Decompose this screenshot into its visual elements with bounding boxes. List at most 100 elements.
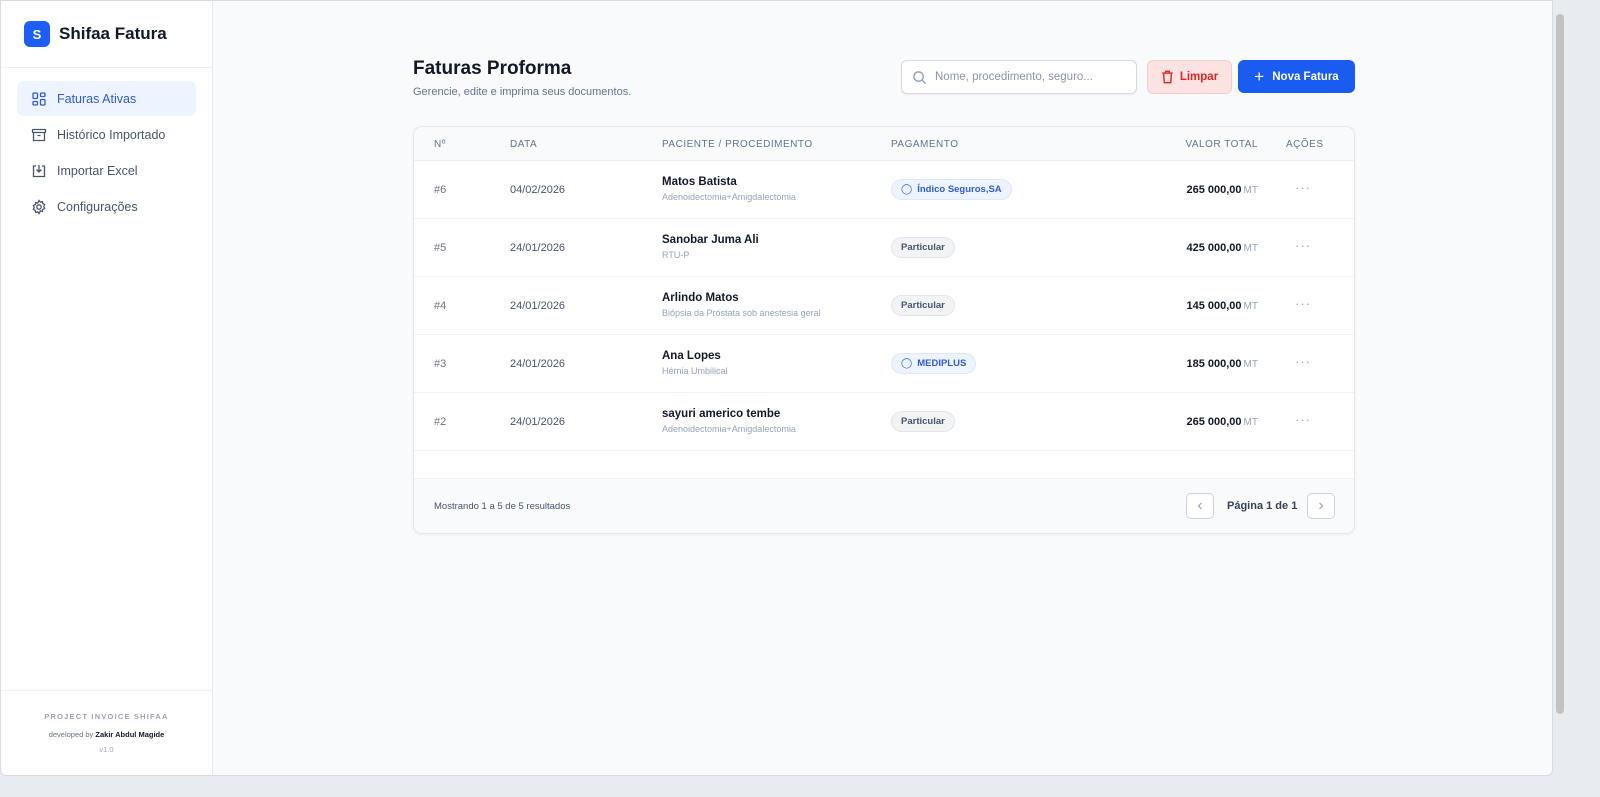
- table-row[interactable]: #2 24/01/2026 sayuri americo tembe Adenoi…: [414, 393, 1354, 451]
- procedure: Biópsia da Próstata sob anestesia geral: [662, 308, 821, 318]
- payment-badge: Particular: [891, 237, 955, 258]
- shield-icon: ◯: [901, 184, 913, 195]
- page-title: Faturas Proforma: [413, 58, 572, 79]
- col-actions: AÇÕES: [1286, 139, 1324, 150]
- new-invoice-label: Nova Fatura: [1272, 70, 1339, 83]
- more-actions-icon[interactable]: ···: [1295, 238, 1311, 253]
- plus-icon: +: [1254, 66, 1265, 86]
- invoice-number: #2: [434, 416, 447, 428]
- more-actions-icon[interactable]: ···: [1295, 296, 1311, 311]
- payment-badge: ◯ MEDIPLUS: [891, 353, 977, 374]
- logo: S: [24, 21, 50, 47]
- patient-name: sayuri americo tembe: [662, 408, 781, 420]
- total-value: 425 000,00 MT: [1186, 242, 1258, 254]
- currency: MT: [1243, 243, 1258, 254]
- invoice-number: #6: [434, 184, 447, 196]
- sidebar-item-faturas-ativas[interactable]: Faturas Ativas: [17, 81, 196, 116]
- sidebar-item-label: Faturas Ativas: [57, 91, 137, 106]
- sidebar-item-historico-importado[interactable]: Histórico Importado: [17, 117, 196, 152]
- sidebar-footer: PROJECT INVOICE SHIFAA developed by Zaki…: [1, 690, 212, 775]
- invoice-date: 04/02/2026: [510, 184, 566, 196]
- value-amount: 425 000,00: [1186, 242, 1242, 254]
- chevron-left-icon: ‹: [1197, 497, 1203, 514]
- table-row[interactable]: #5 24/01/2026 Sanobar Juma Ali RTU-P Part…: [414, 219, 1354, 277]
- page-subtitle: Gerencie, edite e imprima seus documento…: [413, 86, 632, 98]
- shield-icon: ◯: [901, 358, 913, 369]
- currency: MT: [1243, 359, 1258, 370]
- invoice-date: 24/01/2026: [510, 416, 566, 428]
- payment-cell: Particular: [891, 237, 955, 258]
- col-patient: PACIENTE / PROCEDIMENTO: [662, 139, 813, 150]
- brand: S Shifaa Fatura: [1, 1, 212, 68]
- total-value: 145 000,00 MT: [1186, 300, 1258, 312]
- sidebar: S Shifaa Fatura Faturas Ativas Histórico…: [1, 1, 213, 775]
- search-box[interactable]: [901, 60, 1137, 94]
- currency: MT: [1243, 301, 1258, 312]
- procedure: Hérnia Umbilical: [662, 366, 728, 376]
- table-row[interactable]: #3 24/01/2026 Ana Lopes Hérnia Umbilical …: [414, 335, 1354, 393]
- trash-icon: [1162, 70, 1173, 84]
- currency: MT: [1243, 417, 1258, 428]
- payment-label: Índico Seguros,SA: [917, 184, 1002, 195]
- invoice-date: 24/01/2026: [510, 300, 566, 312]
- patient-cell: Arlindo Matos Biópsia da Próstata sob ane…: [662, 292, 821, 318]
- payment-label: Particular: [901, 416, 945, 427]
- archive-icon: [31, 128, 47, 141]
- invoices-table: Nº DATA PACIENTE / PROCEDIMENTO PAGAMENT…: [413, 126, 1355, 534]
- invoice-date: 24/01/2026: [510, 242, 566, 254]
- total-value: 265 000,00 MT: [1186, 416, 1258, 428]
- table-footer: Mostrando 1 a 5 de 5 resultados ‹ Página…: [414, 478, 1354, 533]
- clear-label: Limpar: [1179, 71, 1219, 83]
- search-icon: [913, 70, 927, 84]
- more-actions-icon[interactable]: ···: [1295, 180, 1311, 195]
- chevron-right-icon: ›: [1318, 497, 1324, 514]
- patient-cell: Matos Batista Adenoidectomia+Amigdalectom…: [662, 176, 796, 202]
- payment-cell: Particular: [891, 295, 955, 316]
- project-name: PROJECT INVOICE SHIFAA: [44, 712, 169, 721]
- procedure: Adenoidectomia+Amigdalectomia: [662, 424, 796, 434]
- table-header: Nº DATA PACIENTE / PROCEDIMENTO PAGAMENT…: [414, 127, 1354, 161]
- table-row[interactable]: #4 24/01/2026 Arlindo Matos Biópsia da Pr…: [414, 277, 1354, 335]
- invoice-number: #5: [434, 242, 447, 254]
- value-amount: 265 000,00: [1186, 416, 1242, 428]
- patient-name: Ana Lopes: [662, 350, 721, 362]
- total-value: 265 000,00 MT: [1186, 184, 1258, 196]
- invoice-number: #3: [434, 358, 447, 370]
- invoice-number: #4: [434, 300, 447, 312]
- sidebar-item-importar-excel[interactable]: Importar Excel: [17, 153, 196, 188]
- grid-icon: [32, 91, 46, 106]
- col-date: DATA: [510, 139, 538, 150]
- brand-name: Shifaa Fatura: [59, 24, 167, 43]
- payment-cell: Particular: [891, 411, 955, 432]
- table-row[interactable]: #6 04/02/2026 Matos Batista Adenoidectomi…: [414, 161, 1354, 219]
- value-amount: 185 000,00: [1186, 358, 1242, 370]
- col-no: Nº: [434, 139, 446, 150]
- clear-button[interactable]: Limpar: [1147, 60, 1232, 94]
- more-actions-icon[interactable]: ···: [1295, 354, 1311, 369]
- payment-cell: ◯ MEDIPLUS: [891, 353, 977, 374]
- new-invoice-button[interactable]: + Nova Fatura: [1238, 60, 1355, 93]
- patient-name: Arlindo Matos: [662, 292, 739, 304]
- app-window: S Shifaa Fatura Faturas Ativas Histórico…: [0, 0, 1553, 776]
- col-total: VALOR TOTAL: [1185, 139, 1258, 150]
- value-amount: 145 000,00: [1186, 300, 1242, 312]
- col-payment: PAGAMENTO: [891, 139, 959, 150]
- scrollbar[interactable]: [1556, 14, 1564, 714]
- payment-label: MEDIPLUS: [917, 358, 967, 369]
- sidebar-item-configuracoes[interactable]: Configurações: [17, 189, 196, 224]
- total-value: 185 000,00 MT: [1186, 358, 1258, 370]
- payment-badge: Particular: [891, 295, 955, 316]
- version: v1.0: [99, 745, 114, 754]
- procedure: Adenoidectomia+Amigdalectomia: [662, 192, 796, 202]
- payment-label: Particular: [901, 242, 945, 253]
- next-page-button[interactable]: ›: [1307, 493, 1335, 519]
- search-input[interactable]: [935, 71, 1125, 83]
- sidebar-item-label: Configurações: [57, 199, 138, 214]
- developer-credit: developed by Zakir Abdul Magide: [1, 730, 212, 739]
- invoice-date: 24/01/2026: [510, 358, 566, 370]
- currency: MT: [1243, 185, 1258, 196]
- patient-cell: Sanobar Juma Ali RTU-P: [662, 234, 759, 260]
- prev-page-button[interactable]: ‹: [1186, 493, 1214, 519]
- more-actions-icon[interactable]: ···: [1295, 412, 1311, 427]
- page-indicator: Página 1 de 1: [1227, 500, 1298, 512]
